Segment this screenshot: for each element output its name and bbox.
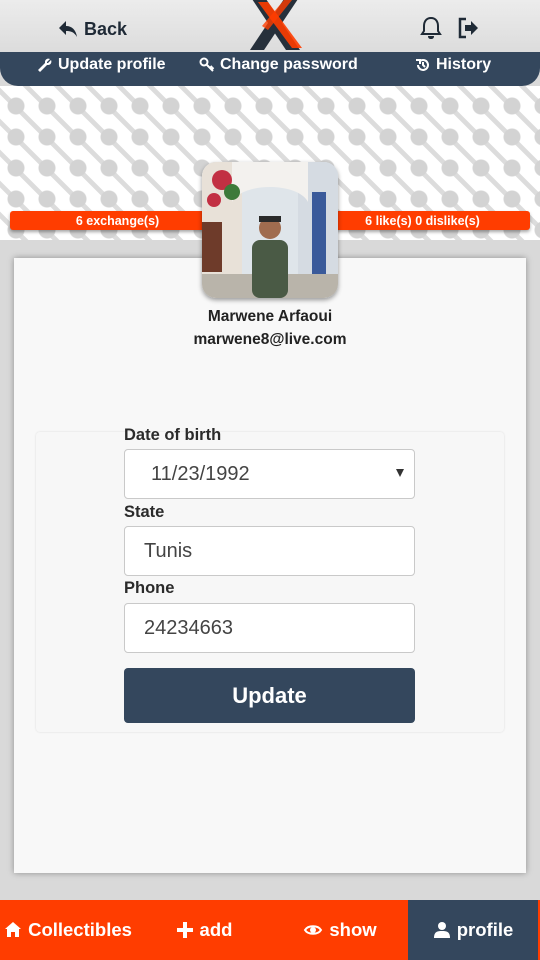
dob-select[interactable]: 11/23/1992 <box>124 449 415 499</box>
dob-label: Date of birth <box>124 426 222 444</box>
state-label: State <box>124 503 165 521</box>
nav-show[interactable]: show <box>272 900 408 960</box>
dob-value: 11/23/1992 <box>151 462 250 485</box>
home-icon <box>5 922 22 937</box>
nav-collectibles[interactable]: Collectibles <box>0 900 136 960</box>
nav-profile-label: profile <box>456 919 514 940</box>
nav-profile[interactable]: profile <box>408 900 538 960</box>
phone-input[interactable]: 24234663 <box>124 603 415 653</box>
wrench-icon <box>38 58 52 72</box>
user-name: Marwene Arfaoui <box>207 308 333 325</box>
bottom-nav: Collectibles add show profile <box>0 900 540 960</box>
plus-icon <box>176 922 193 938</box>
phone-label: Phone <box>124 579 175 597</box>
change-password-label: Change password <box>220 56 358 73</box>
nav-add-label: add <box>199 919 233 940</box>
state-input[interactable]: Tunis <box>124 526 415 576</box>
nav-add[interactable]: add <box>136 900 272 960</box>
user-email: marwene8@live.com <box>193 331 347 348</box>
exchanges-count-badge: 6 exchange(s) <box>10 211 225 230</box>
state-value: Tunis <box>144 539 193 562</box>
history-label: History <box>436 56 492 73</box>
caret-down-icon <box>396 469 404 477</box>
top-header: Back <box>0 0 540 52</box>
avatar-photo <box>202 162 338 298</box>
eye-icon <box>304 925 323 935</box>
logout-icon[interactable] <box>457 17 479 39</box>
user-icon <box>433 922 450 938</box>
likes-count-badge: 6 like(s) 0 dislike(s) <box>315 211 530 230</box>
update-profile-label: Update profile <box>58 56 166 73</box>
bell-icon[interactable] <box>420 16 442 40</box>
tab-update-profile[interactable]: Update profile <box>37 56 166 74</box>
back-arrow-icon <box>59 21 77 37</box>
nav-show-label: show <box>329 919 377 940</box>
key-icon <box>199 57 215 72</box>
back-label: Back <box>84 18 128 39</box>
tab-history[interactable]: History <box>415 56 491 74</box>
back-button[interactable]: Back <box>58 16 127 42</box>
logo <box>250 0 302 50</box>
nav-collectibles-label: Collectibles <box>28 919 132 940</box>
profile-avatar[interactable] <box>202 162 338 298</box>
phone-value: 24234663 <box>144 616 233 639</box>
history-icon <box>416 59 429 71</box>
update-button[interactable]: Update <box>124 668 415 723</box>
tab-change-password[interactable]: Change password <box>199 56 358 74</box>
